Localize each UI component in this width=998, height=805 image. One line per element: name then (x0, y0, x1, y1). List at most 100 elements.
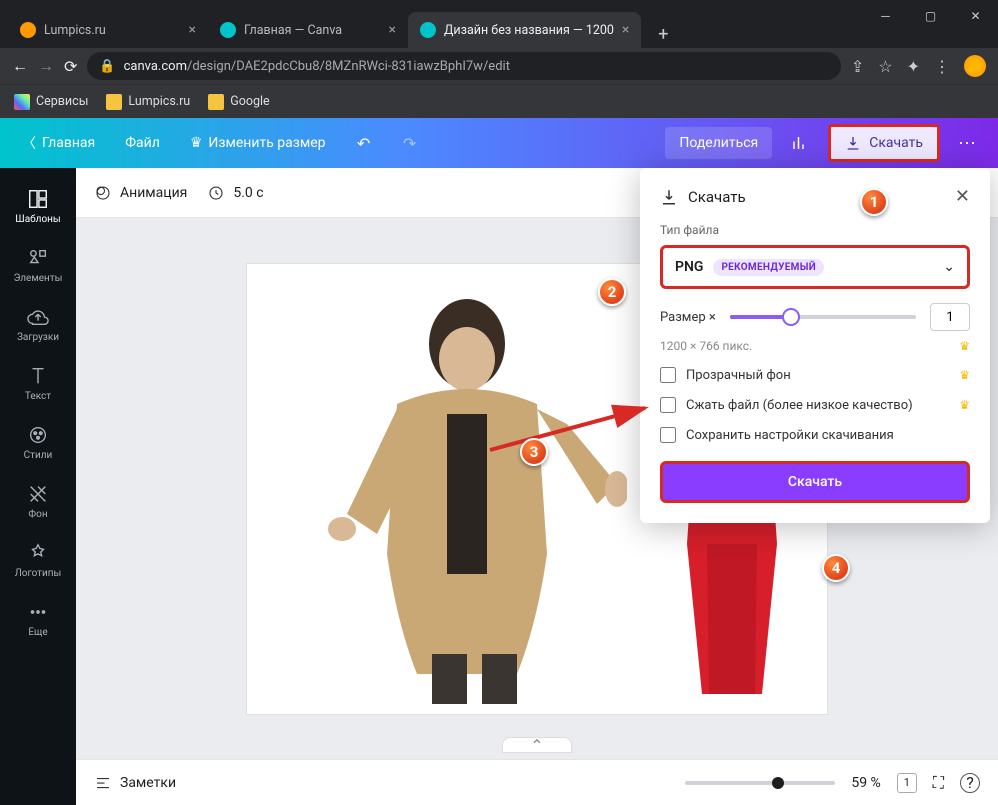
download-btn-label: Скачать (788, 474, 842, 490)
checkbox-label: Сохранить настройки скачивания (686, 428, 894, 443)
browser-address-bar: ← → ⟳ 🔒 canva.com/design/DAE2pdcCbu8/8MZ… (0, 48, 998, 84)
page-navigator[interactable]: ⌃ (502, 737, 572, 753)
reload-icon[interactable]: ⟳ (64, 57, 77, 76)
tab-title: Дизайн без названия — 1200 (444, 23, 614, 38)
resize-label: Изменить размер (208, 135, 325, 151)
download-label: Скачать (869, 135, 923, 151)
close-icon[interactable]: × (189, 22, 196, 38)
url-input[interactable]: 🔒 canva.com/design/DAE2pdcCbu8/8MZnRWci-… (87, 52, 840, 80)
annotation-1: 1 (860, 188, 888, 216)
download-submit-button[interactable]: Скачать (660, 461, 970, 503)
help-icon[interactable]: ? (960, 773, 980, 793)
browser-tab[interactable]: Главная — Canva × (208, 12, 408, 48)
sidebar-item-text[interactable]: Текст (0, 355, 76, 412)
home-button[interactable]: 〈 Главная (12, 125, 105, 161)
forward-icon[interactable]: → (38, 56, 54, 76)
page-count[interactable]: 1 (897, 773, 917, 793)
browser-tab[interactable]: Lumpics.ru × (8, 12, 208, 48)
minimize-button[interactable]: ─ (863, 0, 908, 32)
compress-checkbox[interactable]: Сжать файл (более низкое качество) ♛ (660, 397, 970, 413)
checkbox-input[interactable] (660, 427, 676, 443)
size-label: Размер × (660, 310, 716, 325)
bookmark-star-icon[interactable]: ☆ (878, 57, 892, 76)
save-settings-checkbox[interactable]: Сохранить настройки скачивания (660, 427, 970, 443)
animation-label: Анимация (120, 185, 187, 201)
zoom-slider[interactable] (685, 781, 835, 785)
lock-icon: 🔒 (99, 59, 115, 74)
sidebar-label: Фон (28, 509, 47, 520)
checkbox-label: Прозрачный фон (686, 368, 791, 383)
duration-button[interactable]: 5.0 с (207, 184, 263, 202)
profile-avatar[interactable] (964, 55, 986, 77)
menu-icon[interactable]: ⋮ (934, 57, 950, 76)
redo-button[interactable]: ↷ (392, 125, 428, 161)
fullscreen-icon[interactable]: ⛶ (933, 773, 944, 793)
sidebar-item-elements[interactable]: Элементы (0, 237, 76, 294)
share-label: Поделиться (679, 135, 758, 151)
share-icon[interactable]: ⇪ (851, 57, 864, 76)
bookmark-item[interactable]: Google (208, 94, 269, 110)
more-menu[interactable]: ⋯ (950, 133, 986, 154)
resize-button[interactable]: ♛ Изменить размер (180, 127, 336, 159)
bookmark-item[interactable]: Lumpics.ru (106, 94, 190, 110)
insights-button[interactable] (782, 125, 818, 161)
sidebar-item-styles[interactable]: Стили (0, 414, 76, 471)
sidebar-label: Элементы (14, 273, 63, 284)
sidebar-label: Загрузки (17, 332, 59, 343)
tab-title: Lumpics.ru (44, 23, 181, 38)
notes-button[interactable]: Заметки (94, 774, 176, 792)
apps-icon (14, 94, 30, 110)
download-panel: Скачать ✕ Тип файла PNG РЕКОМЕНДУЕМЫЙ ⌄ … (640, 168, 990, 523)
checkbox-label: Сжать файл (более низкое качество) (686, 398, 913, 413)
size-input[interactable] (930, 303, 970, 331)
undo-button[interactable]: ↶ (346, 125, 382, 161)
bookmark-label: Lumpics.ru (128, 94, 190, 109)
tab-title: Главная — Canva (244, 23, 381, 38)
bookmark-apps[interactable]: Сервисы (14, 94, 88, 110)
sidebar-label: Шаблоны (15, 214, 60, 225)
file-type-label: Тип файла (660, 223, 970, 237)
canvas-footer: Заметки 59 % 1 ⛶ ? (76, 759, 998, 805)
crown-icon: ♛ (959, 368, 970, 382)
sidebar-label: Логотипы (15, 568, 62, 579)
sidebar-item-logos[interactable]: Логотипы (0, 532, 76, 589)
bookmark-label: Google (230, 94, 269, 109)
file-type-select[interactable]: PNG РЕКОМЕНДУЕМЫЙ ⌄ (660, 245, 970, 289)
crown-icon: ♛ (959, 339, 970, 353)
bookmarks-bar: Сервисы Lumpics.ru Google (0, 84, 998, 118)
sidebar-item-uploads[interactable]: Загрузки (0, 296, 76, 353)
browser-tab-active[interactable]: Дизайн без названия — 1200 × (408, 12, 641, 48)
bookmark-label: Сервисы (36, 94, 88, 109)
favicon-icon (220, 22, 236, 38)
crown-icon: ♛ (959, 398, 970, 412)
close-icon[interactable]: × (622, 22, 629, 38)
file-menu[interactable]: Файл (115, 127, 170, 159)
person-image-1 (287, 274, 627, 704)
checkbox-input[interactable] (660, 397, 676, 413)
sidebar-item-templates[interactable]: Шаблоны (0, 178, 76, 235)
close-window-button[interactable]: ✕ (953, 0, 998, 32)
sidebar-item-more[interactable]: Еще (0, 591, 76, 648)
transparent-bg-checkbox[interactable]: Прозрачный фон ♛ (660, 367, 970, 383)
sidebar-item-background[interactable]: Фон (0, 473, 76, 530)
recommended-badge: РЕКОМЕНДУЕМЫЙ (713, 259, 824, 276)
close-icon[interactable]: × (389, 22, 396, 38)
crown-icon: ♛ (190, 135, 203, 151)
file-type-value: PNG (675, 259, 703, 275)
maximize-button[interactable]: ▢ (908, 0, 953, 32)
app-header: 〈 Главная Файл ♛ Изменить размер ↶ ↷ Под… (0, 118, 998, 168)
folder-icon (208, 94, 224, 110)
download-button-header[interactable]: Скачать (828, 124, 940, 162)
animation-button[interactable]: Анимация (94, 184, 187, 202)
share-button[interactable]: Поделиться (665, 127, 772, 159)
annotation-2: 2 (598, 278, 626, 306)
checkbox-input[interactable] (660, 367, 676, 383)
extensions-icon[interactable]: ✦ (907, 57, 920, 76)
folder-icon (106, 94, 122, 110)
close-panel-icon[interactable]: ✕ (955, 186, 970, 207)
back-icon[interactable]: ← (12, 56, 28, 76)
size-slider[interactable] (730, 315, 916, 319)
new-tab-button[interactable]: + (649, 20, 677, 48)
annotation-4: 4 (822, 554, 850, 582)
zoom-value: 59 % (851, 775, 880, 791)
